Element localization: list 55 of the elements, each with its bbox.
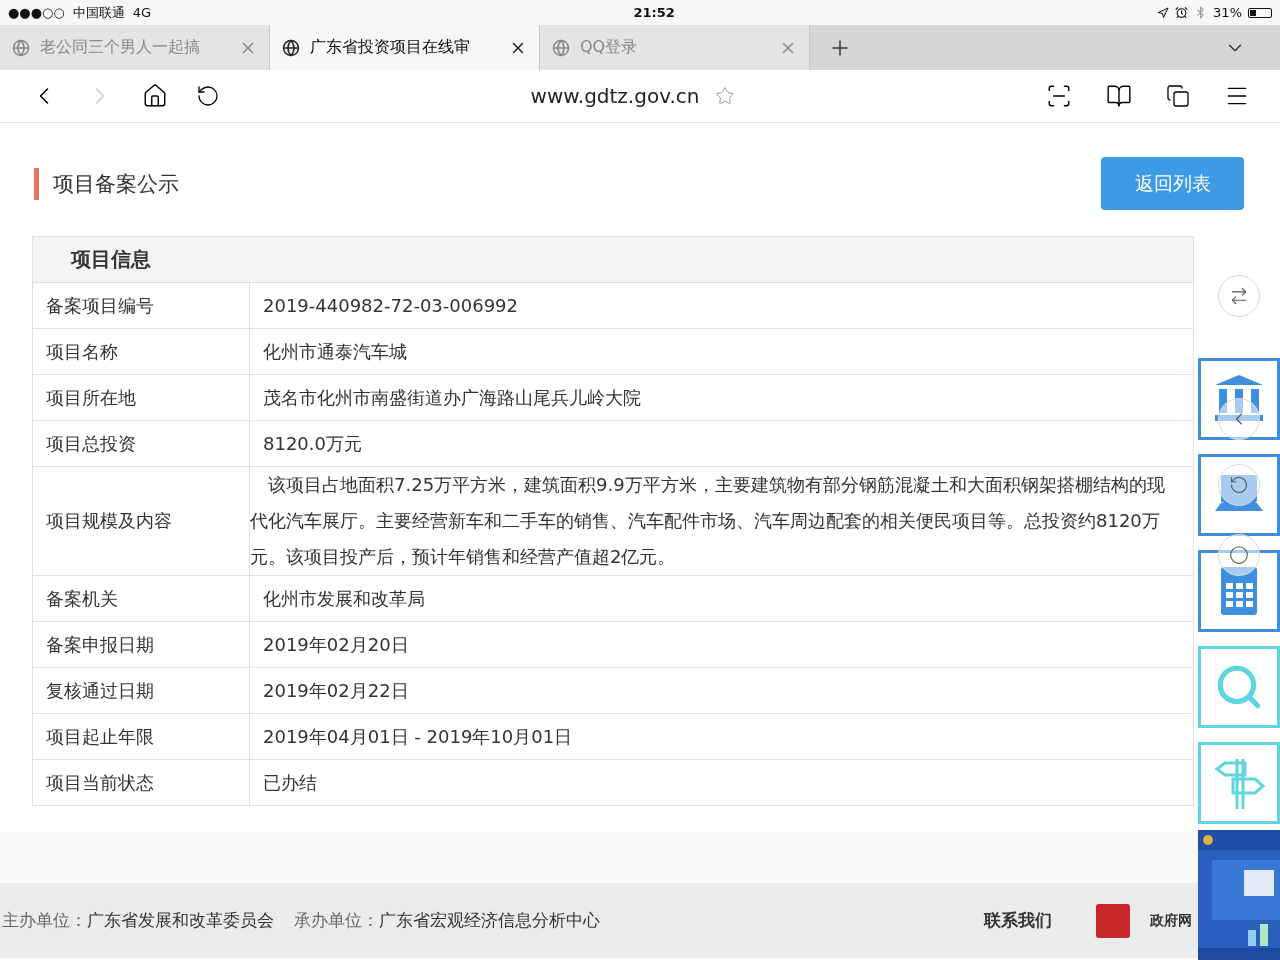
field-label: 项目当前状态: [46, 770, 154, 795]
alarm-icon: [1175, 6, 1189, 19]
field-value: 茂名市化州市南盛街道办广海路山尾兵儿岭大院: [262, 385, 641, 410]
battery-percent: 31%: [1213, 5, 1242, 20]
browser-tab[interactable]: 广东省投资项目在线审: [270, 25, 540, 70]
star-icon[interactable]: [715, 86, 736, 106]
field-label: 项目起止年限: [46, 724, 154, 749]
page-title: 项目备案公示: [34, 167, 179, 200]
field-label: 项目规模及内容: [46, 509, 172, 533]
globe-icon: [282, 38, 300, 57]
field-label: 复核通过日期: [46, 678, 154, 703]
scan-icon[interactable]: [1046, 83, 1072, 109]
clock-time: 21:52: [633, 5, 675, 20]
field-label: 项目名称: [46, 339, 118, 364]
book-icon[interactable]: [1106, 83, 1132, 109]
side-shortcut-button[interactable]: [1198, 358, 1280, 440]
sponsor-text: 主办单位：广东省发展和改革委员会: [2, 909, 274, 932]
circle-icon: [1229, 545, 1249, 565]
back-button[interactable]: [1218, 398, 1260, 440]
field-value: 化州市通泰汽车城: [262, 339, 407, 364]
field-value: 8120.0万元: [262, 431, 362, 456]
field-value: 2019年02月20日: [262, 632, 409, 657]
swap-icon: [1229, 286, 1249, 306]
globe-icon: [552, 38, 570, 57]
field-label: 项目总投资: [46, 431, 136, 456]
table-heading: 项目信息: [33, 237, 1193, 282]
carrier-name: 中国联通: [72, 3, 125, 22]
globe-icon: [12, 38, 30, 57]
contact-link[interactable]: 联系我们: [984, 909, 1052, 932]
gov-site-link[interactable]: 政府网: [1150, 911, 1192, 930]
field-value: 化州市发展和改革局: [262, 586, 425, 611]
swap-button[interactable]: [1218, 275, 1260, 317]
field-value: 2019年04月01日 - 2019年10月01日: [262, 724, 573, 749]
field-label: 备案申报日期: [46, 632, 154, 657]
refresh-button[interactable]: [1218, 464, 1260, 506]
signal-strength: ●●●○○: [8, 5, 65, 20]
field-value: 2019年02月22日: [262, 678, 409, 703]
gov-logo-icon: [1096, 903, 1130, 938]
field-value: 已办结: [262, 770, 317, 795]
side-shortcut-button[interactable]: [1198, 454, 1280, 536]
side-shortcut-button[interactable]: [1198, 550, 1280, 632]
field-value: 2019-440982-72-03-006992: [262, 293, 519, 318]
refresh-icon: [1229, 475, 1249, 495]
field-value: 该项目占地面积7.25万平方米，建筑面积9.9万平方米，主要建筑物有部分钢筋混凝土和大面积钢架搭棚结构的现代化汽车展厅。主要经营新车和二手车的销售、汽车配件市场、汽车周边配套的相关便民项目等。总投资约8120万元。该项目投产后，预计年销售和经营产值超2亿元。: [250, 473, 1166, 569]
field-label: 项目所在地: [46, 385, 136, 410]
field-label: 备案机关: [46, 586, 118, 611]
location-icon: [1157, 6, 1170, 19]
reload-icon[interactable]: [196, 84, 220, 108]
url-text[interactable]: www.gdtz.gov.cn: [530, 84, 700, 108]
organizer-text: 承办单位：广东省宏观经济信息分析中心: [294, 909, 600, 932]
home-button[interactable]: [1218, 534, 1260, 576]
home-icon[interactable]: [142, 83, 168, 109]
battery-icon: [1248, 7, 1272, 18]
network-type: 4G: [132, 5, 152, 20]
field-label: 备案项目编号: [46, 293, 154, 318]
